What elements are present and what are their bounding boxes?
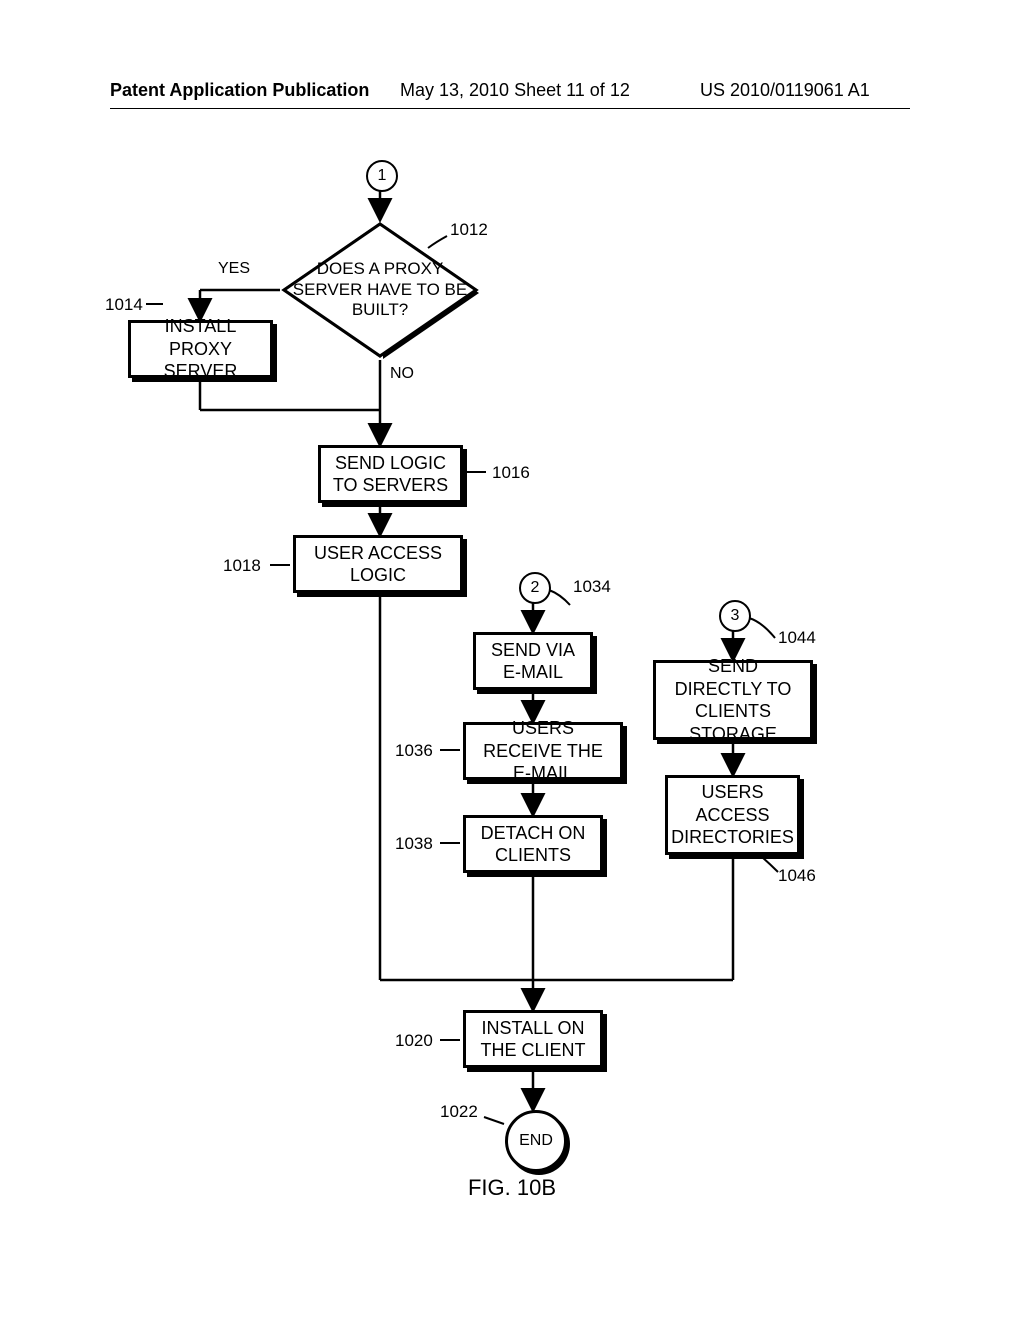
decision-yes: YES [218, 260, 250, 278]
ref-1018: 1018 [223, 556, 261, 576]
connector-1: 1 [366, 160, 398, 192]
ref-1046: 1046 [778, 866, 816, 886]
decision-no: NO [390, 365, 414, 383]
box-send-direct: SEND DIRECTLY TO CLIENTS STORAGE [653, 660, 813, 740]
ref-1016: 1016 [492, 463, 530, 483]
decision-proxy: DOES A PROXY SERVER HAVE TO BE BUILT? [280, 220, 480, 360]
box-install-client: INSTALL ON THE CLIENT [463, 1010, 603, 1068]
ref-1020: 1020 [395, 1031, 433, 1051]
ref-1012: 1012 [450, 220, 488, 240]
connector-2: 2 [519, 572, 551, 604]
ref-1044: 1044 [778, 628, 816, 648]
ref-1034: 1034 [573, 577, 611, 597]
terminator-end: END [505, 1110, 567, 1172]
connector-3: 3 [719, 600, 751, 632]
header-left: Patent Application Publication [110, 80, 369, 101]
box-send-email: SEND VIA E-MAIL [473, 632, 593, 690]
header-rule [110, 108, 910, 109]
header-right: US 2010/0119061 A1 [700, 80, 870, 101]
box-user-access-logic: USER ACCESS LOGIC [293, 535, 463, 593]
flowchart: 1 DOES A PROXY SERVER HAVE TO BE BUILT? … [0, 150, 1024, 1200]
decision-text: DOES A PROXY SERVER HAVE TO BE BUILT? [280, 220, 480, 360]
box-send-logic: SEND LOGIC TO SERVERS [318, 445, 463, 503]
figure-caption: FIG. 10B [0, 1175, 1024, 1201]
box-install-proxy: INSTALL PROXY SERVER [128, 320, 273, 378]
box-users-receive: USERS RECEIVE THE E-MAIL [463, 722, 623, 780]
ref-1022: 1022 [440, 1102, 478, 1122]
ref-1036: 1036 [395, 741, 433, 761]
ref-1038: 1038 [395, 834, 433, 854]
box-detach: DETACH ON CLIENTS [463, 815, 603, 873]
header-center: May 13, 2010 Sheet 11 of 12 [400, 80, 630, 101]
box-users-dirs: USERS ACCESS DIRECTORIES [665, 775, 800, 855]
ref-1014: 1014 [105, 295, 143, 315]
